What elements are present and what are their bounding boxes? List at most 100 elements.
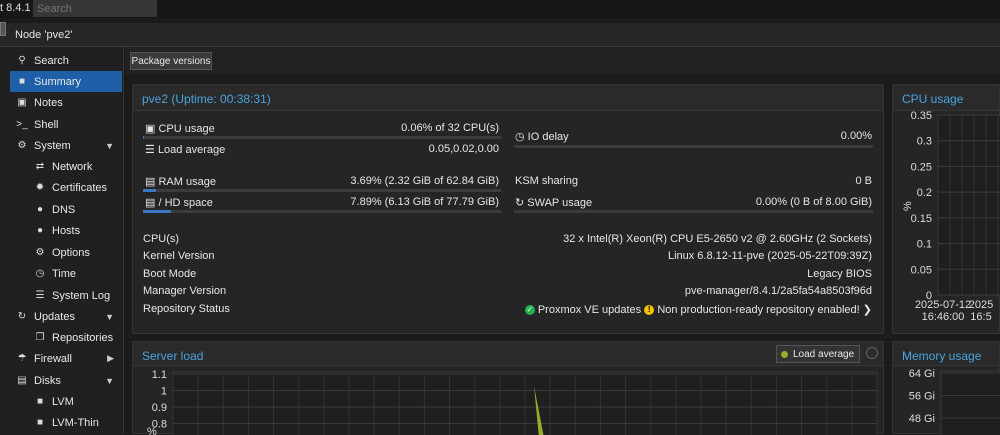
nav-label: System [34, 139, 71, 152]
nav-item-shell[interactable]: >_ Shell [10, 114, 122, 135]
cpu-usage-fill [143, 136, 145, 139]
cpu-usage-label: ▣ CPU usage [145, 122, 215, 135]
reset-zoom-icon[interactable] [866, 347, 878, 359]
boot-mode-label: Boot Mode [143, 268, 197, 280]
nav-item-lvm-thin[interactable]: ■ LVM-Thin [28, 412, 122, 433]
plot-area [937, 114, 1000, 296]
cpu-usage-title: CPU usage [893, 85, 999, 111]
nav-item-firewall[interactable]: ☂ Firewall ▶ [10, 348, 122, 369]
boot-mode-value: Legacy BIOS [807, 268, 872, 280]
x-tick-label: 16:5 [970, 311, 991, 323]
nav-item-time[interactable]: ◷ Time [28, 263, 122, 284]
cpu-usage-bar [143, 136, 501, 139]
status-title: pve2 (Uptime: 00:38:31) [133, 85, 883, 111]
caret-right-icon[interactable]: ▶ [107, 353, 114, 364]
node-title: Node 'pve2' [15, 29, 73, 41]
tree-toggle[interactable] [0, 22, 6, 36]
nav-item-updates[interactable]: ↻ Updates ▼ [10, 306, 122, 327]
load-average-legend[interactable]: Load average [776, 345, 860, 363]
package-versions-button[interactable]: Package versions [130, 52, 212, 70]
nav-item-repositories[interactable]: ❐ Repositories [28, 327, 122, 348]
y-tick-label: 1.1 [152, 369, 167, 381]
nav-label: LVM-Thin [52, 416, 99, 429]
y-tick-label: 56 Gi [909, 391, 935, 403]
nav-label: Network [52, 160, 93, 173]
notes-icon: ▣ [17, 97, 27, 108]
io-delay-label: ◷ IO delay [515, 130, 569, 143]
kernel-label: Kernel Version [143, 250, 215, 262]
nav-item-options[interactable]: ⚙ Options [28, 242, 122, 263]
y-tick-label: 0.05 [911, 264, 932, 276]
y-tick-label: 0.2 [917, 187, 932, 199]
caret-down-icon[interactable]: ▼ [105, 141, 114, 151]
gear-icon: ⚙ [35, 247, 45, 258]
nav-label: Disks [34, 374, 61, 387]
refresh-icon: ↻ [17, 311, 27, 322]
caret-down-icon[interactable]: ▼ [105, 312, 114, 322]
repository-status-value[interactable]: ✓ Proxmox VE updates ! Non production-re… [524, 303, 872, 316]
warning-icon: ! [644, 305, 655, 316]
nav-label: Updates [34, 310, 75, 323]
caret-down-icon[interactable]: ▼ [105, 376, 114, 386]
y-tick-label: 0.9 [152, 402, 167, 414]
node-nav: ⚲ Search ■ Summary ▣ Notes >_ Shell ⚙ System ▼… [0, 47, 124, 434]
manager-version-value: pve-manager/8.4.1/2a5fa54a8503f96d [684, 285, 872, 297]
nav-label: Options [52, 246, 90, 259]
nav-item-network[interactable]: ⇄ Network [28, 156, 122, 177]
memory-icon: ▤ [145, 176, 156, 188]
nav-item-lvm[interactable]: ■ LVM [28, 391, 122, 412]
nav-item-certificates[interactable]: ✹ Certificates [28, 177, 122, 198]
repo-warn-text: Non production-ready repository enabled! [657, 304, 860, 316]
cpu-icon: ▣ [145, 123, 156, 135]
gears-icon: ⚙ [17, 140, 27, 151]
nav-label: Certificates [52, 181, 108, 194]
nav-item-notes[interactable]: ▣ Notes [10, 92, 122, 113]
swap-usage-label: ↻ SWAP usage [515, 196, 592, 209]
io-delay-text: IO delay [527, 131, 569, 143]
y-tick-label: 0.15 [911, 213, 932, 225]
files-icon: ❐ [35, 332, 45, 343]
content-toolbar [125, 47, 1000, 74]
hd-space-value: 7.89% (6.13 GiB of 77.79 GiB) [350, 196, 499, 208]
plot-area [940, 370, 1000, 435]
y-tick-label: 0.25 [911, 161, 932, 173]
ksm-sharing-value: 0 B [855, 175, 872, 187]
cpu-usage-value: 0.06% of 32 CPU(s) [401, 122, 499, 134]
nav-item-summary[interactable]: ■ Summary [10, 71, 122, 92]
kernel-value: Linux 6.8.12-11-pve (2025-05-22T09:39Z) [667, 250, 872, 262]
nav-item-system[interactable]: ⚙ System ▼ [10, 135, 122, 156]
nav-item-hosts[interactable]: ● Hosts [28, 220, 122, 241]
clock-icon: ◷ [35, 268, 45, 279]
y-axis-label: % [902, 201, 914, 211]
square-icon: ■ [36, 396, 44, 407]
nav-item-dns[interactable]: ● DNS [28, 199, 122, 220]
search-input[interactable] [33, 0, 157, 17]
ram-usage-text: RAM usage [158, 176, 216, 188]
load-average-label: ☰ Load average [145, 143, 225, 156]
memory-usage-panel: Memory usage 64 Gi 56 Gi 48 Gi [892, 341, 1000, 435]
nav-label: DNS [52, 203, 76, 216]
chevron-right-icon[interactable]: ❯ [863, 304, 872, 316]
nav-label: Time [52, 267, 77, 280]
nav-item-disks[interactable]: ▤ Disks ▼ [10, 370, 122, 391]
memory-usage-chart: 64 Gi 56 Gi 48 Gi [909, 368, 1000, 435]
cpus-value: 32 x Intel(R) Xeon(R) CPU E5-2650 v2 @ 2… [563, 233, 872, 245]
hd-space-label: ▤ / HD space [145, 196, 213, 209]
nav-label: LVM [52, 395, 74, 408]
nav-label: Firewall [34, 352, 72, 365]
list-icon: ☰ [145, 144, 155, 156]
clock-icon: ◷ [515, 131, 525, 143]
hdd-icon: ▤ [17, 375, 27, 386]
nav-item-search[interactable]: ⚲ Search [10, 50, 122, 71]
nav-label: Notes [34, 96, 63, 109]
nav-item-system-log[interactable]: ☰ System Log [28, 285, 122, 306]
x-tick-label: 2025 [969, 299, 993, 311]
certificate-icon: ✹ [35, 182, 45, 193]
y-tick-label: 0.1 [917, 239, 932, 251]
cpu-usage-text: CPU usage [158, 123, 215, 135]
cpu-usage-panel: CPU usage 0.35 0.3 0.25 0.2 0.15 0.1 0.05 0% 202… [892, 84, 1000, 334]
hd-space-fill [143, 210, 172, 213]
book-icon: ■ [18, 76, 26, 87]
io-delay-value: 0.00% [840, 130, 872, 142]
y-tick-label: 48 Gi [909, 413, 935, 425]
